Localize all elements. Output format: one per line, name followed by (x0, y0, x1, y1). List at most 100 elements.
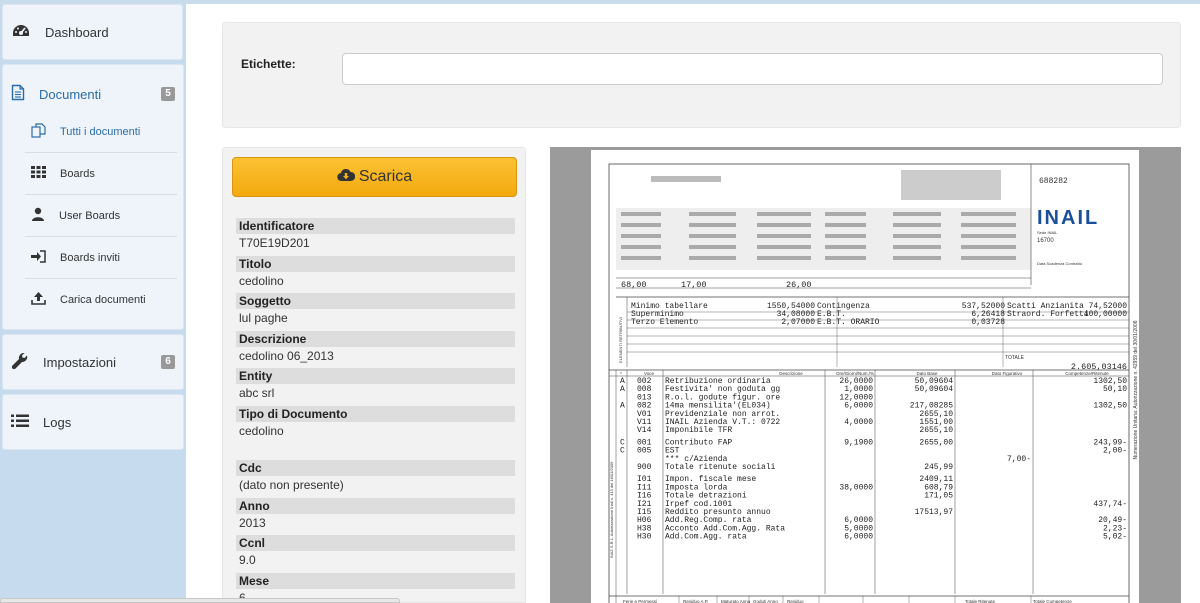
sidebar-item-label: Logs (43, 414, 72, 430)
copy-documents-icon (25, 122, 60, 141)
redacted-block (961, 234, 1016, 238)
row-description: Imponibile TFR (665, 426, 732, 435)
sign-in-icon (25, 249, 60, 266)
sidebar-subitem-label: Carica documenti (60, 294, 146, 306)
table-header: Competenze/Ritenute (1065, 371, 1109, 376)
sidebar: Dashboard Documenti 5 Tutti i documenti … (0, 4, 186, 603)
row-competenze: 50,10 (1103, 385, 1127, 394)
row-flag: A (620, 402, 625, 411)
row-description: Totale ritenute sociali (665, 463, 776, 472)
row-competenze: 437,74- (1093, 500, 1127, 509)
redacted-block (757, 245, 811, 249)
sidebar-subitem-label: Boards (60, 167, 95, 180)
row-quantity: 6,0000 (844, 533, 873, 542)
field-value-cdc: (dato non presente) (239, 478, 344, 492)
tags-label: Etichette: (241, 57, 296, 71)
redacted-block (689, 245, 736, 249)
list-icon (11, 414, 43, 431)
redacted-block (893, 223, 941, 227)
redacted-block (621, 234, 661, 238)
table-header: Dato Figurativo (992, 371, 1023, 376)
field-value-ccnl: 9.0 (239, 553, 256, 567)
redacted-block (689, 234, 736, 238)
sidebar-item-tutti-i-documenti[interactable]: Tutti i documenti (25, 111, 177, 153)
payslip-code: 688282 (1039, 177, 1068, 186)
cloud-download-icon (337, 168, 359, 187)
redacted-block (757, 256, 811, 260)
row-competenze: 1302,50 (1093, 402, 1127, 411)
table-header: Descrizione (779, 371, 803, 376)
field-label-mese: Mese (236, 573, 515, 589)
row-code: 900 (637, 463, 652, 472)
field-value-descrizione: cedolino 06_2013 (239, 349, 334, 363)
row-competenze: 5,02- (1103, 533, 1127, 542)
table-header: Voce (644, 371, 655, 376)
sidebar-item-dashboard[interactable]: Dashboard (2, 4, 183, 60)
days-value: 26,00 (786, 280, 812, 290)
footer-label: Ferie e Permessi (623, 599, 657, 603)
footer-label: Maturato Anno (721, 599, 751, 603)
redacted-block (893, 212, 941, 216)
row-competenze: 2,00- (1103, 447, 1127, 456)
tags-panel: Etichette: (222, 22, 1181, 128)
document-preview[interactable]: 688282 INAIL Sede INAIL 16700 Data Scadenza … (550, 147, 1181, 603)
field-value-entity: abc srl (239, 386, 275, 400)
row-base: 17513,97 (915, 508, 954, 517)
tags-input[interactable] (342, 53, 1163, 85)
field-label-ccnl: Ccnl (236, 535, 515, 551)
redacted-block (825, 234, 866, 238)
field-label-descrizione: Descrizione (236, 331, 515, 347)
redacted-block (961, 256, 1016, 260)
row-code: 005 (637, 447, 652, 456)
days-value: 68,00 (621, 280, 647, 290)
sidebar-item-label: Dashboard (45, 24, 109, 40)
download-button[interactable]: Scarica (232, 157, 517, 197)
element-cell: 2,07000 (781, 318, 815, 327)
field-label-anno: Anno (236, 498, 515, 514)
download-button-label: Scarica (358, 168, 413, 185)
right-margin-note: Numerazione Unitaria: Autorizzazione n. … (1133, 320, 1139, 459)
element-cell: Terzo Elemento (631, 318, 698, 327)
dashboard-icon (11, 23, 45, 42)
redacted-block (825, 223, 866, 227)
redacted-block (825, 256, 866, 260)
sidebar-item-user-boards[interactable]: User Boards (25, 195, 177, 237)
row-code: H30 (637, 533, 652, 542)
table-header: Ore/Giorni/Num./% (836, 371, 874, 376)
document-icon (11, 84, 39, 104)
totale-label: TOTALE (1005, 355, 1025, 361)
field-label-titolo: Titolo (236, 256, 515, 272)
redacted-block (825, 245, 866, 249)
row-base: 50,09604 (915, 385, 954, 394)
redacted-block (961, 212, 1016, 216)
redacted-block (961, 223, 1016, 227)
redacted-block (621, 212, 661, 216)
grid-icon (25, 166, 60, 181)
field-value-titolo: cedolino (239, 274, 284, 288)
table-header: Dato Base (916, 371, 938, 376)
row-quantity: 38,0000 (839, 483, 873, 492)
redacted-block (757, 223, 811, 227)
redacted-block (757, 212, 811, 216)
element-cell: Straord. Forfetti (1007, 310, 1089, 319)
sidebar-item-label: Impostazioni (43, 354, 116, 370)
sidebar-item-boards-inviti[interactable]: Boards inviti (25, 237, 177, 279)
redacted-block (621, 256, 661, 260)
row-flag: C (620, 447, 625, 456)
field-label-identificatore: Identificatore (236, 218, 515, 234)
field-label-soggetto: Soggetto (236, 293, 515, 309)
sidebar-item-carica-documenti[interactable]: Carica documenti (25, 279, 177, 321)
sidebar-item-logs[interactable]: Logs (2, 394, 184, 450)
redacted-block (893, 245, 941, 249)
row-base: 2655,00 (919, 438, 953, 447)
redacted-block (651, 176, 721, 182)
sidebar-item-boards[interactable]: Boards (25, 153, 177, 195)
footer-label: Goduti Anno (753, 599, 778, 603)
redacted-block (901, 170, 1001, 200)
sidebar-section-documenti: Documenti 5 Tutti i documenti Boards Use… (2, 64, 184, 330)
field-label-tipo-di-documento: Tipo di Documento (236, 406, 515, 422)
redacted-block (961, 245, 1016, 249)
element-cell: E.B.T. ORARIO (817, 318, 880, 327)
row-description: Add.Com.Agg. rata (665, 533, 747, 542)
sidebar-item-impostazioni[interactable]: Impostazioni 6 (2, 334, 184, 390)
